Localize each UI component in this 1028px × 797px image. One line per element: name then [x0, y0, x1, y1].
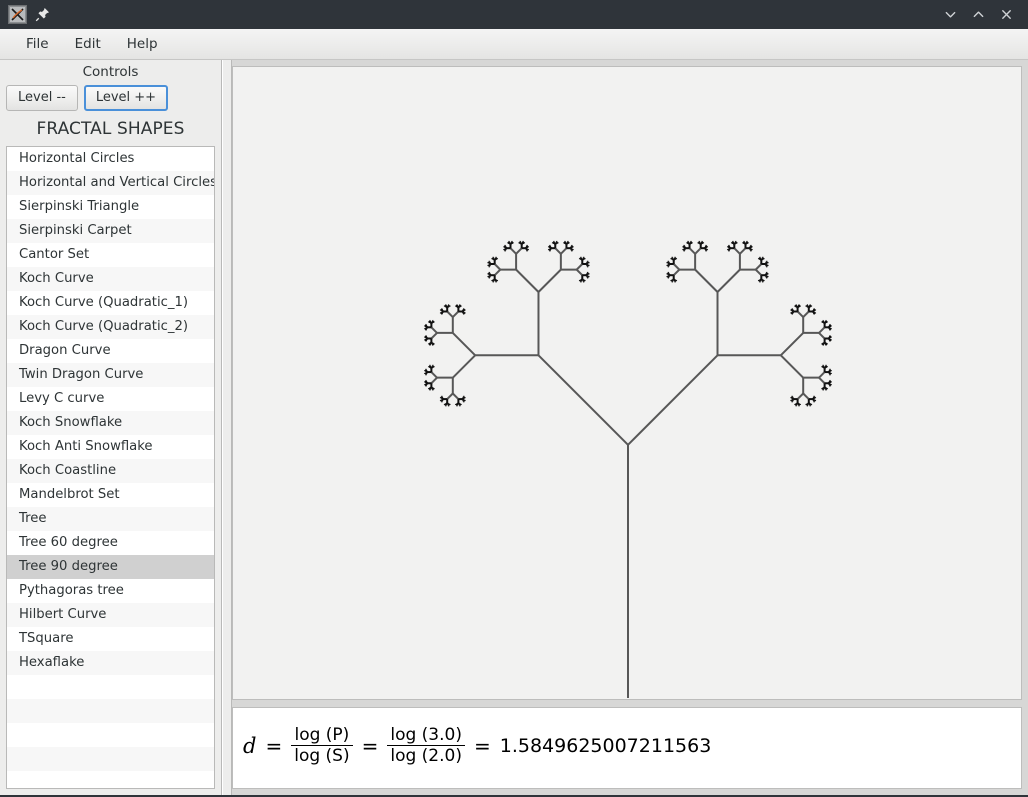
formula-panel: d = log (P) log (S) = log (3.0) log (2.0…	[232, 707, 1022, 789]
list-item[interactable]: Koch Curve	[7, 266, 214, 291]
list-item[interactable]: Sierpinski Triangle	[7, 194, 214, 219]
list-item[interactable]: Hilbert Curve	[7, 602, 214, 627]
list-item[interactable]: Hexaflake	[7, 650, 214, 675]
fractal-drawing	[423, 240, 833, 699]
window-controls	[936, 2, 1024, 28]
list-item[interactable]: Tree 90 degree	[7, 554, 214, 579]
list-item[interactable]: Levy C curve	[7, 386, 214, 411]
formula-fraction-symbolic: log (P) log (S)	[291, 725, 353, 766]
panel-splitter[interactable]	[222, 60, 232, 795]
list-item-empty	[7, 674, 214, 699]
formula-fraction-numeric: log (3.0) log (2.0)	[387, 726, 465, 766]
list-item[interactable]: Tree 60 degree	[7, 530, 214, 555]
dimension-formula: d = log (P) log (S) = log (3.0) log (2.0…	[243, 726, 711, 766]
menu-item-edit[interactable]: Edit	[63, 33, 113, 55]
list-item[interactable]: Twin Dragon Curve	[7, 362, 214, 387]
formula-equals-1: =	[265, 733, 283, 758]
fractal-canvas[interactable]	[232, 66, 1022, 700]
x11-app-icon	[8, 5, 27, 24]
fractal-shape-list[interactable]: Horizontal Circles Horizontal and Vertica…	[6, 145, 215, 789]
list-item[interactable]: Cantor Set	[7, 242, 214, 267]
list-item[interactable]: Koch Anti Snowflake	[7, 434, 214, 459]
formula-denominator-symbolic: log (S)	[291, 745, 353, 766]
list-item[interactable]: Horizontal and Vertical Circles	[7, 170, 214, 195]
formula-result-value: 1.5849625007211563	[499, 734, 712, 757]
formula-equals-2: =	[361, 733, 379, 758]
list-item[interactable]: Horizontal Circles	[7, 146, 214, 171]
close-button[interactable]	[992, 2, 1020, 28]
controls-button-row: Level -- Level ++	[0, 83, 221, 113]
content-area: Controls Level -- Level ++ FRACTAL SHAPE…	[0, 60, 1028, 795]
title-bar	[0, 0, 1028, 29]
formula-numerator-symbolic: log (P)	[294, 725, 350, 745]
formula-variable-d: d	[243, 733, 257, 758]
sidebar-panel: Controls Level -- Level ++ FRACTAL SHAPE…	[0, 60, 222, 795]
list-item[interactable]: Koch Snowflake	[7, 410, 214, 435]
list-item[interactable]: Koch Coastline	[7, 458, 214, 483]
minimize-button[interactable]	[936, 2, 964, 28]
list-item[interactable]: Pythagoras tree	[7, 578, 214, 603]
controls-label: Controls	[82, 64, 139, 80]
formula-denominator-numeric: log (2.0)	[387, 745, 465, 766]
formula-equals-3: =	[473, 733, 491, 758]
list-item[interactable]: TSquare	[7, 626, 214, 651]
title-bar-left-icons	[4, 5, 51, 24]
main-panel: d = log (P) log (S) = log (3.0) log (2.0…	[232, 60, 1028, 795]
list-item[interactable]: Koch Curve (Quadratic_1)	[7, 290, 214, 315]
level-up-button[interactable]: Level ++	[83, 84, 169, 111]
list-item-empty	[7, 770, 214, 788]
list-item[interactable]: Koch Curve (Quadratic_2)	[7, 314, 214, 339]
list-item[interactable]: Tree	[7, 506, 214, 531]
level-down-button[interactable]: Level --	[6, 84, 78, 111]
menu-item-help[interactable]: Help	[115, 33, 170, 55]
pin-icon[interactable]	[33, 6, 51, 24]
sidebar-title: FRACTAL SHAPES	[36, 118, 185, 139]
list-item-empty	[7, 746, 214, 771]
menu-item-file[interactable]: File	[14, 33, 61, 55]
formula-numerator-numeric: log (3.0)	[390, 725, 462, 745]
list-item-empty	[7, 722, 214, 747]
list-item[interactable]: Sierpinski Carpet	[7, 218, 214, 243]
menu-bar: File Edit Help	[0, 29, 1028, 60]
application-window: File Edit Help Controls Level -- Level +…	[0, 0, 1028, 797]
list-item[interactable]: Dragon Curve	[7, 338, 214, 363]
list-item-empty	[7, 698, 214, 723]
list-item[interactable]: Mandelbrot Set	[7, 482, 214, 507]
maximize-button[interactable]	[964, 2, 992, 28]
